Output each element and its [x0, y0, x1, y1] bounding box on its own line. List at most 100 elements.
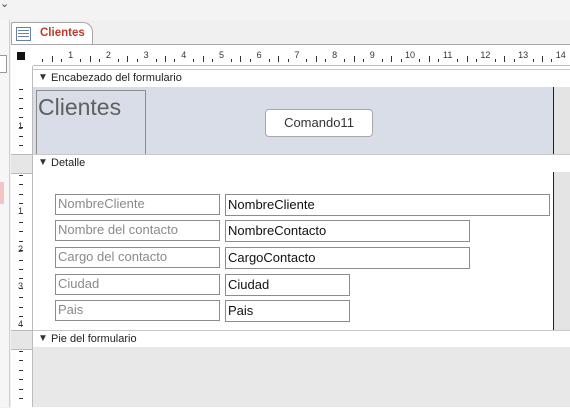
ruler-number: 2: [105, 50, 111, 60]
ruler-tick: [278, 56, 280, 62]
navigation-pane-marker: [0, 182, 4, 204]
form-title-text: Clientes: [38, 94, 122, 120]
ruler-number: 4: [181, 50, 187, 60]
window-top-strip: ⌄: [0, 0, 570, 21]
ruler-tick: [466, 56, 468, 62]
ruler-tick: [400, 59, 402, 62]
form-icon: [16, 27, 31, 41]
document-tab-bar: [10, 20, 570, 44]
ruler-tick: [19, 89, 23, 90]
tab-clientes[interactable]: Clientes: [11, 22, 93, 45]
field-label[interactable]: Nombre del contacto: [55, 220, 220, 241]
ruler-tick: [174, 59, 176, 62]
ruler-tick: [19, 259, 23, 261]
ruler-tick: [381, 59, 383, 62]
ruler-number: 2: [18, 243, 24, 254]
ruler-tick: [513, 59, 515, 62]
field-label[interactable]: Cargo del contacto: [55, 247, 220, 268]
ruler-tick: [353, 56, 355, 62]
ruler-tick: [19, 398, 23, 399]
ruler-tick: [494, 59, 496, 62]
section-collapse-icon[interactable]: ▼: [38, 72, 48, 83]
navigation-pane-edge[interactable]: [0, 20, 10, 407]
ruler-number: 12: [480, 50, 491, 60]
ruler-tick: [89, 56, 91, 62]
ruler-tick: [19, 278, 23, 280]
ruler-tick: [268, 59, 270, 62]
form-selector[interactable]: [14, 49, 28, 63]
section-collapse-icon[interactable]: ▼: [38, 157, 48, 168]
field-textbox[interactable]: CargoContacto: [225, 247, 470, 269]
ruler-tick: [476, 59, 477, 62]
ruler-tick: [457, 59, 459, 62]
ruler-number: 8: [332, 50, 338, 60]
ruler-tick: [249, 59, 251, 62]
field-textbox[interactable]: NombreContacto: [225, 220, 470, 242]
form-footer-section[interactable]: [33, 347, 570, 407]
section-bar-detail[interactable]: ▼ Detalle: [33, 154, 570, 173]
field-label[interactable]: Pais: [55, 300, 220, 321]
field-textbox[interactable]: Pais: [225, 300, 350, 322]
form-title-label[interactable]: Clientes: [36, 90, 146, 155]
ruler-tick: [19, 203, 23, 205]
chevron-down-icon[interactable]: ⌄: [0, 0, 9, 10]
ruler-number: 3: [143, 50, 149, 60]
ruler-tick: [391, 56, 393, 62]
ruler-tick: [19, 145, 23, 147]
ruler-tick: [80, 59, 82, 62]
ruler-number: 6: [256, 50, 262, 60]
ruler-number: 1: [68, 50, 74, 60]
ruler-number: 1: [18, 121, 24, 131]
ruler-number: 1: [18, 206, 24, 216]
ruler-tick: [504, 56, 506, 62]
ruler-number: 13: [518, 50, 529, 60]
ruler-tick: [19, 297, 23, 299]
ruler-tick: [532, 59, 534, 62]
ruler-tick: [240, 56, 242, 62]
ruler-tick: [61, 59, 63, 62]
ruler-tick: [19, 240, 23, 242]
command-button[interactable]: Comando11: [265, 109, 373, 137]
ruler-tick: [19, 379, 23, 381]
ruler-tick: [19, 269, 23, 270]
navigation-pane-toggle[interactable]: [0, 55, 7, 73]
ruler-tick: [19, 184, 23, 186]
ruler-section-band: [11, 154, 32, 174]
field-textbox[interactable]: NombreCliente: [225, 194, 550, 216]
ruler-tick: [287, 59, 289, 62]
field-textbox[interactable]: Ciudad: [225, 274, 350, 296]
ruler-tick: [127, 56, 129, 62]
ruler-tick: [344, 59, 345, 62]
ruler-tick: [117, 59, 119, 62]
tab-label: Clientes: [40, 27, 85, 39]
form-selector-square: [17, 52, 25, 60]
ruler-tick: [19, 107, 23, 109]
ruler-tick: [51, 56, 53, 62]
ruler-number: 9: [369, 50, 375, 60]
form-header-margin: [553, 87, 570, 154]
ruler-tick: [193, 59, 195, 62]
horizontal-ruler[interactable]: 1 2 3 4 5 6 7 8 9 10 11 12 13 14: [33, 48, 570, 66]
ruler-tick: [428, 56, 430, 62]
ruler-tick: [306, 59, 308, 62]
ruler-number: 11: [443, 50, 453, 60]
vertical-ruler[interactable]: 1 1 2 3 4: [11, 66, 33, 407]
ruler-tick: [19, 351, 23, 352]
section-label-footer: Pie del formulario: [51, 333, 137, 345]
ruler-tick: [419, 59, 421, 62]
ruler-tick: [155, 59, 157, 62]
ruler-tick: [19, 117, 23, 119]
ruler-number: 7: [294, 50, 300, 60]
ruler-tick: [19, 388, 23, 390]
ruler-tick: [19, 175, 23, 176]
field-label[interactable]: Ciudad: [55, 274, 220, 295]
ruler-tick: [42, 59, 44, 62]
ruler-tick: [19, 222, 23, 223]
section-bar-header[interactable]: ▼ Encabezado del formulario: [33, 69, 570, 88]
section-label-detail: Detalle: [51, 157, 86, 169]
section-collapse-icon[interactable]: ▼: [38, 333, 48, 344]
ruler-number: 5: [218, 50, 225, 60]
ruler-number: 3: [18, 281, 24, 291]
ruler-number: 10: [404, 50, 416, 60]
field-label[interactable]: NombreCliente: [55, 194, 220, 215]
